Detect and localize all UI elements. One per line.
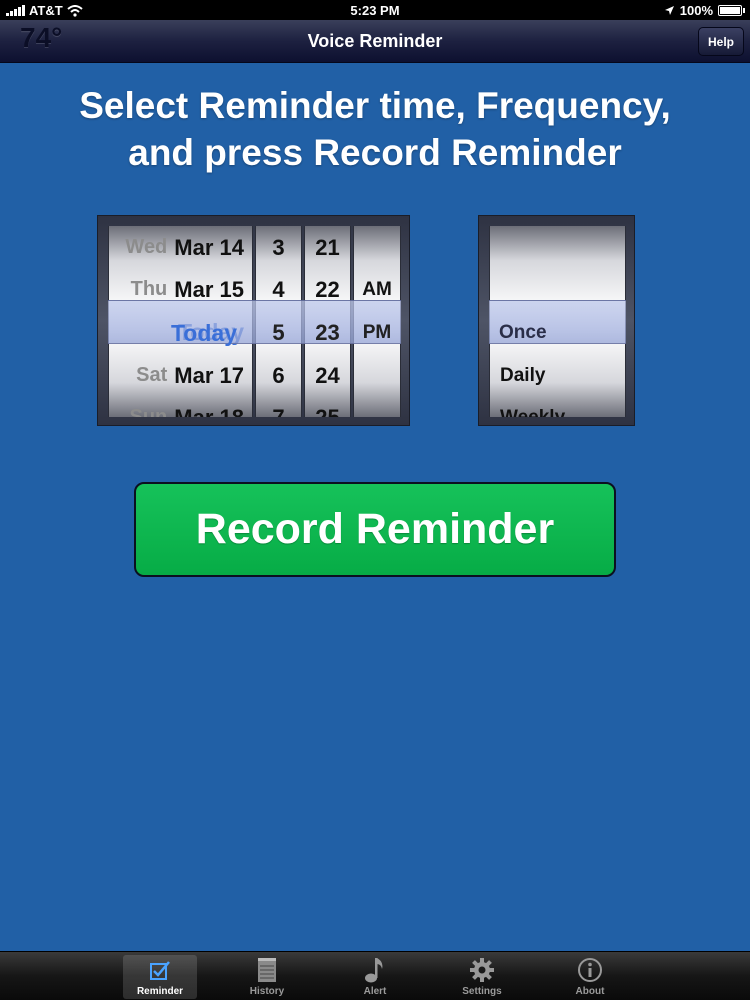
- day-of-week: Sun: [129, 406, 168, 417]
- tab-reminder[interactable]: Reminder: [123, 955, 197, 999]
- selected-frequency-overlay[interactable]: Once: [499, 311, 626, 355]
- frequency-option[interactable]: Daily: [490, 354, 625, 397]
- status-right: 100%: [664, 3, 745, 18]
- hour-row[interactable]: 7: [256, 396, 301, 418]
- minute-row[interactable]: 25: [305, 396, 350, 418]
- reminder-time-picker: Wed Mar 14 Thu Mar 15 Today Sat Mar 17 S…: [97, 215, 410, 426]
- selected-frequency: Once: [499, 322, 547, 343]
- notepad-icon: [252, 955, 282, 985]
- selected-hour: 5: [272, 320, 285, 345]
- selected-ampm: PM: [362, 322, 392, 343]
- tab-label: Alert: [363, 986, 387, 997]
- selected-hour-overlay: 5: [255, 311, 302, 355]
- tab-label: Reminder: [136, 986, 184, 997]
- day-of-week: Thu: [130, 278, 168, 300]
- battery-percent: 100%: [679, 3, 713, 18]
- selected-minute-overlay: 23: [304, 311, 351, 355]
- tab-history[interactable]: History: [230, 955, 304, 999]
- frequency-option[interactable]: Weekly: [490, 396, 625, 418]
- location-arrow-icon: [664, 6, 674, 15]
- status-bar: AT&T 5:23 PM 100%: [0, 0, 750, 20]
- day-date: Mar 14: [174, 234, 244, 260]
- day-row[interactable]: Sat Mar 17: [109, 354, 252, 397]
- selected-ampm-overlay: PM: [353, 311, 401, 355]
- day-date: Mar 18: [174, 404, 244, 418]
- frequency-picker: Daily Weekly Once: [478, 215, 635, 426]
- day-row[interactable]: Wed Mar 14: [109, 226, 252, 269]
- tab-label: History: [249, 986, 285, 997]
- tab-about[interactable]: About: [553, 955, 627, 999]
- minute-row[interactable]: 21: [305, 226, 350, 269]
- battery-icon: [718, 5, 745, 16]
- info-icon: [575, 955, 605, 985]
- day-of-week: Wed: [125, 236, 168, 258]
- instructions-line-1: Select Reminder time, Frequency,: [79, 85, 671, 126]
- gear-icon: [467, 955, 497, 985]
- page-title: Voice Reminder: [307, 31, 443, 51]
- selected-day: Today: [170, 319, 237, 346]
- checkbox-icon: [145, 955, 175, 985]
- instructions-line-2: and press Record Reminder: [128, 132, 622, 173]
- hour-row[interactable]: 6: [256, 354, 301, 397]
- minute-row[interactable]: 24: [305, 354, 350, 397]
- day-of-week: Sat: [136, 364, 168, 386]
- hour-row[interactable]: 3: [256, 226, 301, 269]
- day-row[interactable]: Sun Mar 18: [109, 396, 252, 418]
- tab-label: Settings: [462, 986, 502, 997]
- status-time: 5:23 PM: [350, 3, 400, 18]
- help-button[interactable]: Help: [698, 27, 744, 56]
- day-date: Mar 17: [174, 362, 244, 388]
- instructions-heading: Select Reminder time, Frequency, and pre…: [0, 82, 750, 176]
- day-date: Mar 15: [174, 276, 244, 302]
- tab-bar: Reminder History Alert Settings About: [0, 951, 750, 1000]
- tab-label: About: [575, 986, 605, 997]
- selected-minute: 23: [315, 320, 340, 345]
- music-note-icon: [360, 955, 390, 985]
- tab-alert[interactable]: Alert: [338, 955, 412, 999]
- tab-settings[interactable]: Settings: [445, 955, 519, 999]
- today-label-overlay: Today: [108, 311, 253, 355]
- navigation-bar: 74° Voice Reminder Help: [0, 20, 750, 63]
- record-reminder-button[interactable]: Record Reminder: [134, 482, 616, 577]
